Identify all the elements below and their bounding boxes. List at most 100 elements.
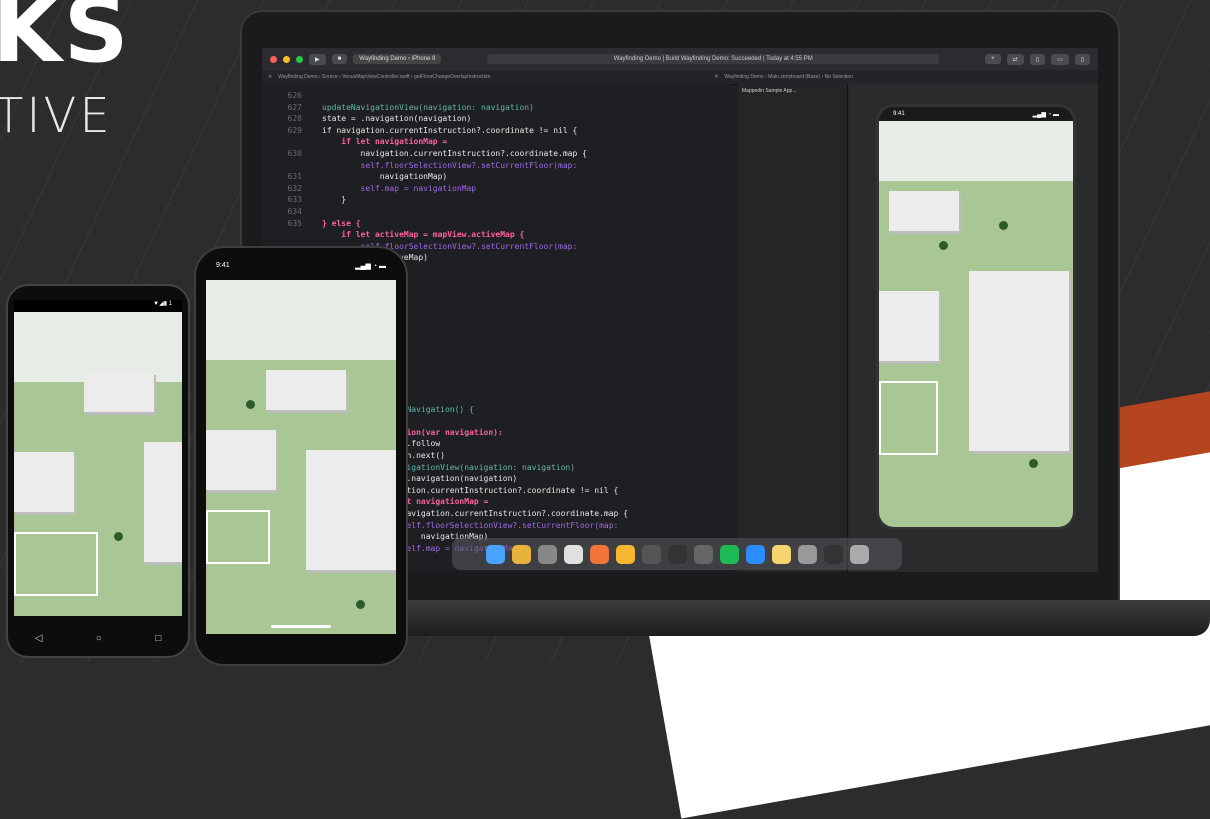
status-icons: ▂▄▆ ◔ ▬: [1032, 111, 1059, 118]
map-field: [879, 381, 938, 455]
code-line: = .navigation(navigation): [392, 474, 518, 484]
panel-right-icon[interactable]: ▯: [1074, 53, 1090, 65]
sim-status-bar: 9:41 ▂▄▆ ◔ ▬: [879, 107, 1073, 121]
code-line: self.floorSelectionView?.setCurrentFloor…: [322, 160, 578, 170]
map-parking: [879, 121, 1073, 181]
map-tree: [114, 532, 123, 541]
hero-subtitle: TIVE: [0, 88, 113, 144]
map-tree: [246, 400, 255, 409]
map-tree: [939, 241, 948, 250]
add-icon[interactable]: +: [985, 54, 1001, 64]
storyboard-canvas[interactable]: 9:41 ▂▄▆ ◔ ▬: [850, 84, 1098, 572]
map-view[interactable]: [879, 121, 1073, 527]
code-line: igation.currentInstruction?.coordinate !…: [392, 485, 619, 495]
code-line: navigationMap): [322, 172, 448, 182]
home-icon[interactable]: ○: [96, 633, 102, 644]
android-phone: ▼◢▮ 1 ◁ ○ □: [6, 284, 190, 658]
panel-left-icon[interactable]: ▯: [1029, 53, 1046, 65]
finder-icon[interactable]: [485, 544, 505, 564]
jump-bar-path[interactable]: Wayfinding Demo › Source › VenueMapViewC…: [278, 74, 708, 80]
iphone: 9:41 ▂▄▆ ◔ ▬: [194, 246, 408, 666]
map-building: [879, 291, 939, 361]
status-time: 9:41: [216, 262, 230, 269]
map-view[interactable]: [206, 280, 396, 634]
jump-bar: ✕ Wayfinding Demo › Source › VenueMapVie…: [262, 70, 1098, 85]
line-number: 630: [287, 148, 302, 158]
screenshot-icon[interactable]: [641, 544, 661, 564]
scheme-selector[interactable]: Wayfinding Demo › iPhone 8: [353, 54, 442, 64]
line-number: 629: [287, 125, 302, 135]
line-number: 628: [287, 114, 302, 124]
android-screen: ▼◢▮ 1: [14, 300, 182, 616]
line-numbers: 626 627 628 629 630 631 632 633 634 635: [262, 90, 302, 229]
code-line: state = .navigation(navigation): [322, 114, 472, 124]
line-number: 627: [287, 102, 302, 112]
swap-icon[interactable]: ⇄: [1006, 53, 1024, 65]
help-icon[interactable]: [797, 544, 817, 564]
document-outline: Mappedin Sample App...: [738, 84, 848, 572]
close-tab-icon[interactable]: ✕: [268, 74, 272, 80]
panel-bottom-icon[interactable]: ▭: [1051, 53, 1069, 65]
map-field: [206, 510, 270, 564]
back-icon[interactable]: ◁: [35, 633, 43, 644]
hero-title: KS: [0, 0, 131, 83]
close-tab-icon[interactable]: ✕: [714, 74, 718, 80]
notes-icon[interactable]: [771, 544, 791, 564]
line-number: [262, 160, 302, 172]
map-parking: [206, 280, 396, 360]
iphone-status-bar: 9:41 ▂▄▆ ◔ ▬: [196, 262, 406, 278]
iphone-screen: [206, 280, 396, 634]
line-number: [262, 136, 302, 148]
xcode-toolbar: ▶ ■ Wayfinding Demo › iPhone 8 Wayfindin…: [262, 48, 1098, 70]
code-line: if let activeMap = mapView.activeMap {: [322, 230, 525, 240]
sketch-icon[interactable]: [615, 544, 635, 564]
map-building: [144, 442, 182, 562]
code-line: } else {: [322, 218, 361, 228]
line-number: 633: [287, 195, 302, 205]
slack-icon[interactable]: [563, 544, 583, 564]
chrome-icon[interactable]: [511, 544, 531, 564]
status-icons: ▂▄▆ ◔ ▬: [355, 263, 386, 270]
line-number: 635: [287, 218, 302, 228]
line-number: 631: [287, 172, 302, 182]
code-line: if let navigationMap =: [322, 137, 448, 147]
map-building: [206, 430, 276, 490]
status-time: 9:41: [893, 111, 905, 117]
android-status-bar: ▼◢▮ 1: [14, 300, 182, 312]
build-status: Wayfinding Demo | Build Wayfinding Demo:…: [487, 54, 940, 64]
settings-icon[interactable]: [693, 544, 713, 564]
code-line: }: [322, 195, 347, 205]
code-line: self.floorSelectionView?.setCurrentFloor…: [392, 520, 619, 530]
spotify-icon[interactable]: [719, 544, 739, 564]
close-button[interactable]: [270, 55, 277, 63]
zoom-icon[interactable]: [745, 544, 765, 564]
figma-icon[interactable]: [589, 544, 609, 564]
terminal-icon[interactable]: [823, 544, 843, 564]
code-line: navigation.currentInstruction?.coordinat…: [392, 508, 629, 518]
code-line: navigation.currentInstruction?.coordinat…: [322, 148, 587, 158]
code-line: self.map = navigationMap: [322, 183, 477, 193]
code-line: gation(var navigation):: [392, 427, 503, 437]
trash-icon[interactable]: [849, 544, 869, 564]
recent-apps-icon[interactable]: □: [155, 633, 161, 644]
android-nav-bar: ◁ ○ □: [8, 633, 188, 644]
line-number: 634: [287, 206, 302, 216]
map-building: [889, 191, 959, 231]
code-line: if navigation.currentInstruction?.coordi…: [322, 125, 578, 135]
map-view[interactable]: [14, 312, 182, 616]
map-building: [266, 370, 346, 410]
map-building: [84, 372, 154, 412]
macos-dock: [452, 538, 902, 570]
storyboard-phone-preview: 9:41 ▂▄▆ ◔ ▬: [876, 104, 1076, 530]
outline-item[interactable]: Mappedin Sample App...: [742, 88, 843, 94]
launchpad-icon[interactable]: [537, 544, 557, 564]
stop-button[interactable]: ■: [331, 54, 348, 64]
map-tree: [1029, 459, 1038, 468]
photo-icon[interactable]: [667, 544, 687, 564]
zoom-button[interactable]: [296, 55, 303, 63]
map-tree: [356, 600, 365, 609]
jump-bar-path-right[interactable]: Wayfinding Demo › Main.storyboard (Base)…: [724, 74, 852, 80]
run-button[interactable]: ▶: [309, 53, 326, 65]
minimize-button[interactable]: [283, 55, 290, 63]
interface-builder-pane: Mappedin Sample App... 9:41 ▂▄▆ ◔ ▬: [738, 84, 1098, 572]
